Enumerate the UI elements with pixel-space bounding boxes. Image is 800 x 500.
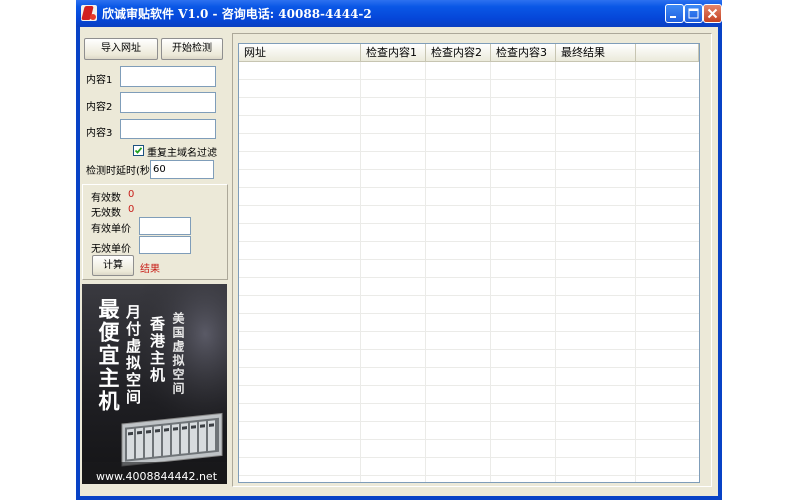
app-logo-icon [81,5,97,21]
invalid-count-label: 无效数 [91,208,121,219]
column-header-extra[interactable] [636,44,699,61]
content2-input[interactable] [120,92,216,113]
application-window: 欣诚审贴软件 V1.0 - 咨询电话: 40088-4444-2 导入网址 开始… [76,0,722,500]
column-header-url[interactable]: 网址 [239,44,361,61]
content3-input[interactable] [120,119,216,139]
column-header-check3[interactable]: 检查内容3 [491,44,556,61]
client-area: 导入网址 开始检测 内容1 内容2 内容3 重复主域名过滤 检测时延时(秒) 6… [80,27,718,496]
valid-count-label: 有效数 [91,193,121,204]
checkmark-icon [134,147,143,154]
results-list[interactable]: 网址 检查内容1 检查内容2 检查内容3 最终结果 [238,43,700,483]
invalid-price-input[interactable] [139,236,191,254]
minimize-icon [670,16,676,18]
minimize-button[interactable] [665,4,684,23]
dedupe-label: 重复主域名过滤 [147,148,217,159]
grid-line [490,62,491,482]
ad-line-usa: 美国虚拟空间 [171,312,185,396]
maximize-icon [688,8,699,19]
calculate-button[interactable]: 计算 [92,255,134,276]
grid-line [425,62,426,482]
start-check-button[interactable]: 开始检测 [161,38,223,60]
invalid-count-value: 0 [128,204,135,215]
window-title: 欣诚审贴软件 V1.0 - 咨询电话: 40088-4444-2 [102,7,372,21]
content1-label: 内容1 [86,75,113,86]
content3-label: 内容3 [86,128,113,139]
column-header-check2[interactable]: 检查内容2 [426,44,491,61]
delay-input[interactable]: 60 [150,160,214,179]
dedupe-checkbox[interactable] [133,145,144,156]
column-header-check1[interactable]: 检查内容1 [361,44,426,61]
content2-label: 内容2 [86,102,113,113]
maximize-button[interactable] [684,4,703,23]
list-header: 网址 检查内容1 检查内容2 检查内容3 最终结果 [239,44,699,62]
invalid-price-label: 无效单价 [91,244,131,255]
delay-label: 检测时延时(秒) [86,166,154,177]
ad-banner[interactable]: 最便宜主机 月付虚拟空间 香港主机 美国虚拟空间 www.4008844442.… [82,284,227,484]
title-bar[interactable]: 欣诚审贴软件 V1.0 - 咨询电话: 40088-4444-2 [76,0,722,27]
ad-url[interactable]: www.4008844442.net [96,470,217,483]
grid-line [635,62,636,482]
grid-line [360,62,361,482]
valid-count-value: 0 [128,189,135,200]
valid-price-input[interactable] [139,217,191,235]
close-icon [707,8,718,19]
content1-input[interactable] [120,66,216,87]
ad-line-monthly: 月付虚拟空间 [124,304,142,406]
close-button[interactable] [703,4,722,23]
list-rows [239,62,699,482]
column-header-result[interactable]: 最终结果 [556,44,636,61]
result-label: 结果 [140,264,160,275]
import-urls-button[interactable]: 导入网址 [84,38,158,60]
valid-price-label: 有效单价 [91,224,131,235]
ad-line-hongkong: 香港主机 [148,316,166,384]
ad-headline: 最便宜主机 [96,298,120,413]
grid-line [555,62,556,482]
